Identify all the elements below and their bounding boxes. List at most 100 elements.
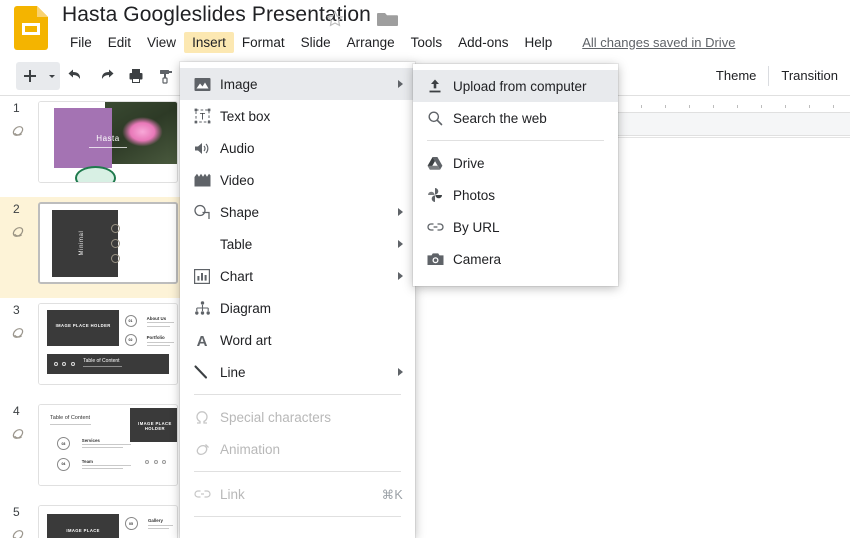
submenu-arrow-icon [398,80,403,88]
new-slide-dropdown[interactable] [44,62,60,90]
ruler-tick [737,105,738,108]
theme-button[interactable]: Theme [704,64,768,87]
slide-thumbnail-image[interactable]: 2020 Hasta [38,101,178,183]
submenu-option-upload-from-computer[interactable]: Upload from computer [413,70,618,102]
menu-option-table[interactable]: Table [180,228,415,260]
menu-separator [194,394,401,395]
submenu-label: Search the web [453,110,547,126]
slide-thumbnail-image[interactable]: IMAGE PLACE 05 Gallery [38,505,178,538]
slide5-placeholder: IMAGE PLACE [66,528,100,534]
submenu-arrow-icon [398,240,403,248]
slide3-entry-num-1: 01 [124,315,137,328]
slide4-entry-label-1: Services [81,437,100,443]
slide-link-icon [9,322,29,342]
slide-thumbnail-image[interactable]: Minimal [38,202,178,284]
menu-item-insert[interactable]: Insert [184,31,234,53]
image-submenu[interactable]: Upload from computer Search the web Driv… [413,64,618,286]
slide-thumbnail-1[interactable]: 1 2020 Hasta [0,96,184,197]
slide-thumbnail-4[interactable]: 4 Table of Content IMAGE PLACE HOLDER 03… [0,399,184,500]
slide-thumbnail-image[interactable]: Table of Content IMAGE PLACE HOLDER 03 S… [38,404,178,486]
submenu-option-drive[interactable]: Drive [413,147,618,179]
menu-label: Animation [220,441,281,457]
menu-option-line[interactable]: Line [180,356,415,388]
slide1-title: Hasta [96,134,120,143]
menu-option-diagram[interactable]: Diagram [180,292,415,324]
undo-button[interactable] [62,62,90,90]
menu-item-view[interactable]: View [139,32,184,53]
slide-thumbnail-5[interactable]: 5 IMAGE PLACE 05 Gallery [0,500,184,538]
ruler-tick [833,105,834,108]
ruler-tick [641,105,642,108]
submenu-option-search-the-web[interactable]: Search the web [413,102,618,134]
redo-button[interactable] [92,62,120,90]
image-icon [194,74,220,94]
slide5-entry-label-1: Gallery [148,518,163,523]
upload-icon [427,76,453,96]
menu-option-chart[interactable]: Chart [180,260,415,292]
slide3-entry-num-2: 02 [124,334,137,347]
menu-label: Image [220,76,258,92]
slide-thumbnail-image[interactable]: IMAGE PLACE HOLDER 01 About Us 02 Portfo… [38,303,178,385]
slide-link-icon [9,120,29,140]
menu-item-file[interactable]: File [62,32,100,53]
menu-option-image[interactable]: Image [180,68,415,100]
slide4-entry-num-2: 04 [56,457,70,471]
omega-icon [194,407,220,427]
slide3-entry-label-1: About Us [146,316,167,321]
menu-label: Table [220,236,253,252]
menu-option-link: Link ⌘K [180,478,415,510]
menu-option-text-box[interactable]: T Text box [180,100,415,132]
menu-label: Line [220,364,246,380]
menu-option-audio[interactable]: Audio [180,132,415,164]
slide-thumbnail-3[interactable]: 3 IMAGE PLACE HOLDER 01 About Us 02 Port… [0,298,184,399]
menu-option-animation: Animation [180,433,415,465]
slide-thumbnail-panel[interactable]: 1 2020 Hasta 2 Minimal 3 IMAGE PLACE HOL… [0,96,185,538]
menu-item-arrange[interactable]: Arrange [339,32,403,53]
slide-thumbnail-2[interactable]: 2 Minimal [0,197,184,298]
submenu-label: Photos [453,187,496,203]
slide1-year: 2020 [160,164,173,171]
menu-item-tools[interactable]: Tools [403,32,451,53]
link-icon [427,217,453,237]
submenu-arrow-icon [398,208,403,216]
svg-text:A: A [197,333,208,348]
paint-format-button[interactable] [152,62,180,90]
submenu-arrow-icon [398,368,403,376]
ruler-tick [689,105,690,108]
submenu-option-photos[interactable]: Photos [413,179,618,211]
new-slide-button[interactable] [16,62,44,90]
menu-label: Audio [220,140,255,156]
audio-icon [194,138,220,158]
transition-button[interactable]: Transition [769,64,850,87]
slide-link-icon [9,423,29,443]
menu-option-special-characters: Special characters [180,401,415,433]
slide-number: 4 [13,404,20,418]
star-outline-icon[interactable] [325,9,345,29]
menu-option-word-art[interactable]: A Word art [180,324,415,356]
folder-icon[interactable] [377,9,399,29]
menu-item-slide[interactable]: Slide [293,32,339,53]
menu-shortcut: ⌘K [381,487,403,502]
slide-number: 5 [13,505,20,519]
chart-icon [194,266,220,286]
slide3-placeholder: IMAGE PLACE HOLDER [55,323,111,329]
submenu-option-by-url[interactable]: By URL [413,211,618,243]
submenu-arrow-icon [398,272,403,280]
menu-option-video[interactable]: Video [180,164,415,196]
menu-option-shape[interactable]: Shape [180,196,415,228]
ruler-tick [809,105,810,108]
insert-dropdown-menu[interactable]: Image T Text box Audio Video Shape Table… [180,62,415,538]
menu-item-addons[interactable]: Add-ons [450,32,516,53]
print-button[interactable] [122,62,150,90]
slide-link-icon [9,524,29,538]
menu-item-help[interactable]: Help [516,32,560,53]
menu-item-edit[interactable]: Edit [100,32,139,53]
submenu-label: Camera [453,251,502,267]
slide3-entry-label-2: Portfolio [146,335,165,341]
menu-item-format[interactable]: Format [234,32,293,53]
save-status-label[interactable]: All changes saved in Drive [582,35,735,50]
google-drive-icon [427,153,453,173]
animation-icon [194,439,220,459]
submenu-option-camera[interactable]: Camera [413,243,618,275]
slide5-entry-num-1: 05 [124,517,138,531]
